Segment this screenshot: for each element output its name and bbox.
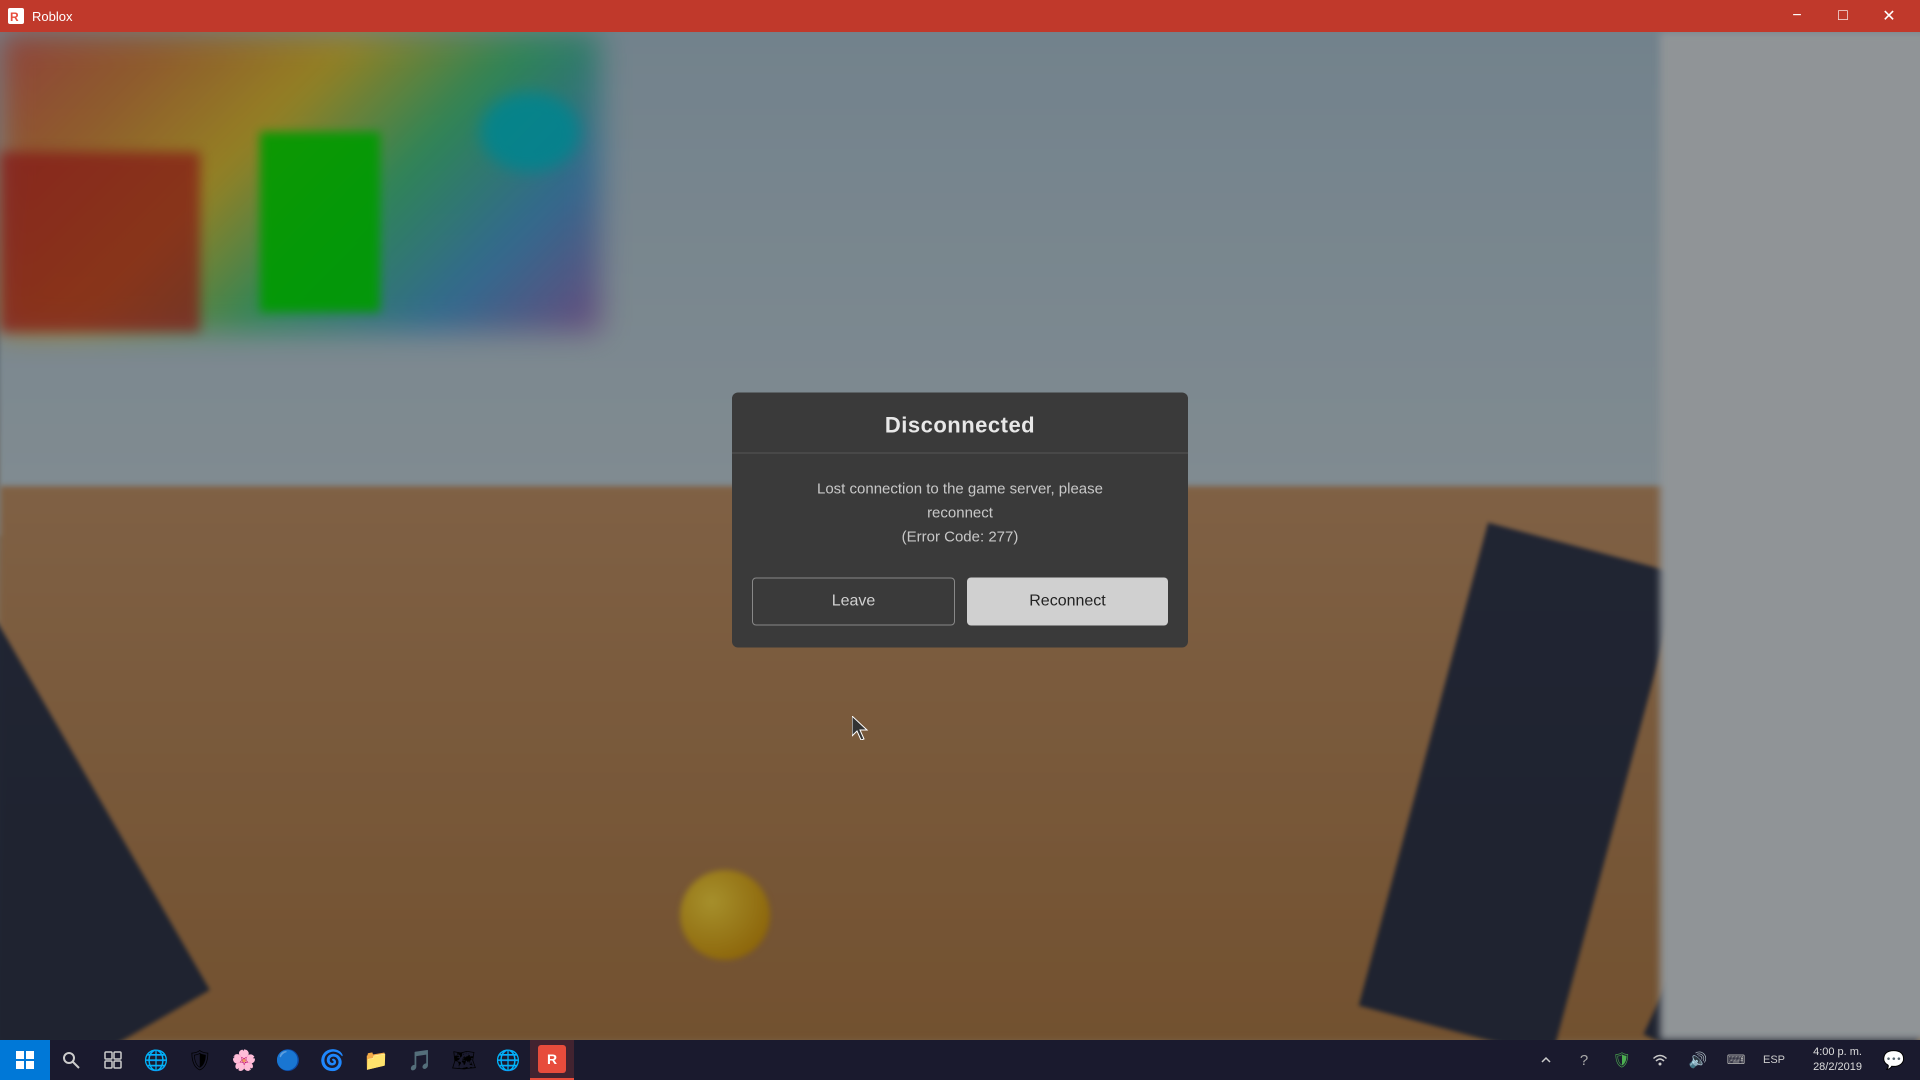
wifi-icon xyxy=(1652,1052,1668,1068)
taskbar: 🌐 🛡 🌸 🔵 🌀 📁 🎵 🗺 🌐 R ? 🛡 xyxy=(0,1040,1920,1080)
reconnect-button[interactable]: Reconnect xyxy=(967,578,1168,626)
tray-keyboard-icon[interactable]: ⌨ xyxy=(1718,1040,1754,1080)
taskbar-app-chrome[interactable]: 🌐 xyxy=(486,1040,530,1080)
roblox-logo-icon: R xyxy=(8,8,24,24)
dialog-body: Lost connection to the game server, plea… xyxy=(732,454,1188,578)
close-button[interactable]: ✕ xyxy=(1866,0,1912,32)
taskbar-app-roblox[interactable]: R xyxy=(530,1040,574,1080)
titlebar: R Roblox − □ ✕ xyxy=(0,0,1920,32)
message-line3: (Error Code: 277) xyxy=(902,529,1019,546)
clock[interactable]: 4:00 p. m. 28/2/2019 xyxy=(1794,1040,1874,1080)
dialog-header: Disconnected xyxy=(732,393,1188,454)
tray-esp-label: ESP xyxy=(1756,1040,1792,1080)
tray-help-icon[interactable]: ? xyxy=(1566,1040,1602,1080)
taskbar-app-avast[interactable]: 🛡 xyxy=(178,1040,222,1080)
titlebar-controls: − □ ✕ xyxy=(1774,0,1912,32)
window-title: Roblox xyxy=(32,9,72,24)
svg-text:R: R xyxy=(10,10,19,24)
dialog-message: Lost connection to the game server, plea… xyxy=(764,478,1156,550)
disconnected-dialog: Disconnected Lost connection to the game… xyxy=(732,393,1188,648)
message-line2: reconnect xyxy=(927,505,993,522)
dialog-title: Disconnected xyxy=(885,413,1035,438)
taskbar-app-netscape[interactable]: 🌐 xyxy=(134,1040,178,1080)
tray-expand-button[interactable] xyxy=(1528,1040,1564,1080)
taskbar-app-maps[interactable]: 🗺 xyxy=(442,1040,486,1080)
chevron-up-icon xyxy=(1540,1054,1552,1066)
roblox-app-icon: R xyxy=(538,1045,566,1073)
restore-button[interactable]: □ xyxy=(1820,0,1866,32)
taskbar-app-ext2[interactable]: 🌀 xyxy=(310,1040,354,1080)
system-tray: ? 🛡 🔊 ⌨ ESP 4:00 p. m. 28/2/2019 💬 xyxy=(1528,1040,1920,1080)
task-view-icon xyxy=(104,1051,122,1069)
notification-center-button[interactable]: 💬 xyxy=(1876,1040,1912,1080)
tray-wifi-icon[interactable] xyxy=(1642,1040,1678,1080)
message-line1: Lost connection to the game server, plea… xyxy=(817,481,1103,498)
minimize-button[interactable]: − xyxy=(1774,0,1820,32)
leave-button[interactable]: Leave xyxy=(752,578,955,626)
dialog-actions: Leave Reconnect xyxy=(732,578,1188,648)
clock-date: 28/2/2019 xyxy=(1813,1060,1862,1075)
titlebar-left: R Roblox xyxy=(8,8,72,24)
taskbar-app-ext[interactable]: 🔵 xyxy=(266,1040,310,1080)
clock-time: 4:00 p. m. xyxy=(1813,1045,1862,1060)
taskbar-app-files[interactable]: 📁 xyxy=(354,1040,398,1080)
tray-shield-icon[interactable]: 🛡 xyxy=(1604,1040,1640,1080)
taskbar-app-pink[interactable]: 🌸 xyxy=(222,1040,266,1080)
task-view-button[interactable] xyxy=(92,1040,134,1080)
taskbar-apps: 🌐 🛡 🌸 🔵 🌀 📁 🎵 🗺 🌐 R xyxy=(134,1040,1528,1080)
search-taskbar-button[interactable] xyxy=(50,1040,92,1080)
start-button[interactable] xyxy=(0,1040,50,1080)
taskbar-app-music[interactable]: 🎵 xyxy=(398,1040,442,1080)
tray-volume-icon[interactable]: 🔊 xyxy=(1680,1040,1716,1080)
windows-icon xyxy=(16,1051,34,1069)
search-icon xyxy=(62,1051,80,1069)
